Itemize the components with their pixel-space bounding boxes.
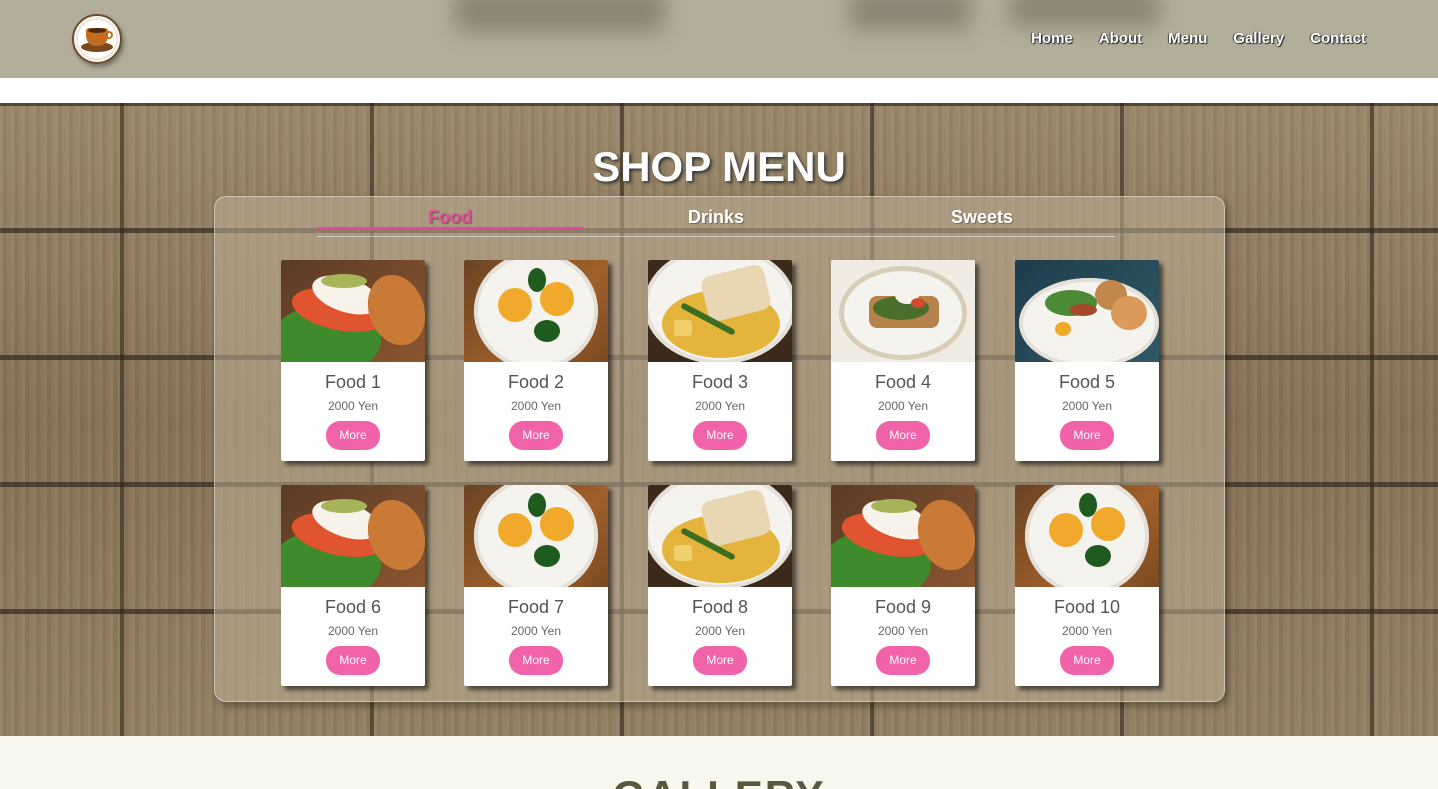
card-price: 2000 Yen [510, 399, 562, 413]
food-image [464, 260, 608, 362]
more-button[interactable]: More [509, 421, 563, 450]
blurred-background [1010, 0, 1160, 26]
menu-card: Food 7 2000 Yen More [464, 485, 608, 686]
menu-card: Food 3 2000 Yen More [648, 260, 792, 461]
menu-card: Food 4 2000 Yen More [831, 260, 975, 461]
card-title: Food 1 [324, 372, 382, 392]
more-button[interactable]: More [1060, 646, 1114, 675]
card-price: 2000 Yen [327, 624, 379, 638]
more-button[interactable]: More [876, 646, 930, 675]
card-price: 2000 Yen [510, 624, 562, 638]
card-title: Food 2 [507, 372, 565, 392]
card-price: 2000 Yen [694, 399, 746, 413]
card-title: Food 6 [324, 597, 382, 617]
food-image [464, 485, 608, 587]
menu-card: Food 2 2000 Yen More [464, 260, 608, 461]
nav-link-contact[interactable]: Contact [1310, 30, 1366, 47]
tab-label: Food [428, 207, 472, 227]
more-button[interactable]: More [509, 646, 563, 675]
blurred-background [850, 0, 970, 30]
card-price: 2000 Yen [327, 399, 379, 413]
menu-card: Food 1 2000 Yen More [281, 260, 425, 461]
menu-card: Food 6 2000 Yen More [281, 485, 425, 686]
more-button[interactable]: More [693, 646, 747, 675]
nav-link-gallery[interactable]: Gallery [1233, 30, 1284, 47]
nav-link-home[interactable]: Home [1031, 30, 1073, 47]
menu-tabs: Food Drinks Sweets [317, 205, 1115, 237]
more-button[interactable]: More [326, 646, 380, 675]
card-title: Food 10 [1053, 597, 1121, 617]
tab-drinks[interactable]: Drinks [583, 207, 849, 228]
tab-label: Drinks [687, 207, 745, 227]
menu-panel: Food Drinks Sweets Food 1 2000 Yen More … [214, 196, 1225, 702]
menu-card: Food 10 2000 Yen More [1015, 485, 1159, 686]
food-image [281, 260, 425, 362]
blurred-background [455, 0, 665, 32]
menu-title: SHOP MENU [592, 143, 846, 190]
menu-card: Food 5 2000 Yen More [1015, 260, 1159, 461]
card-price: 2000 Yen [1061, 624, 1113, 638]
food-image [648, 485, 792, 587]
more-button[interactable]: More [1060, 421, 1114, 450]
card-title: Food 8 [691, 597, 749, 617]
card-title: Food 4 [874, 372, 932, 392]
active-tab-indicator [317, 227, 583, 230]
divider-strip [0, 78, 1438, 103]
more-button[interactable]: More [326, 421, 380, 450]
card-price: 2000 Yen [694, 624, 746, 638]
food-image [281, 485, 425, 587]
gallery-title: GALLERY [0, 772, 1438, 789]
card-title: Food 5 [1058, 372, 1116, 392]
food-image [1015, 485, 1159, 587]
menu-card: Food 9 2000 Yen More [831, 485, 975, 686]
food-image [831, 260, 975, 362]
card-price: 2000 Yen [877, 624, 929, 638]
card-price: 2000 Yen [877, 399, 929, 413]
card-title: Food 7 [507, 597, 565, 617]
tab-food[interactable]: Food [317, 207, 583, 230]
nav-link-about[interactable]: About [1099, 30, 1142, 47]
tab-label: Sweets [950, 207, 1014, 227]
card-title: Food 9 [874, 597, 932, 617]
navbar: Home About Menu Gallery Contact [0, 0, 1438, 78]
nav-link-menu[interactable]: Menu [1168, 30, 1207, 47]
more-button[interactable]: More [693, 421, 747, 450]
food-image [831, 485, 975, 587]
more-button[interactable]: More [876, 421, 930, 450]
food-image [648, 260, 792, 362]
menu-section: SHOP MENU Food Drinks Sweets Food 1 2000… [0, 103, 1438, 736]
menu-card: Food 8 2000 Yen More [648, 485, 792, 686]
card-price: 2000 Yen [1061, 399, 1113, 413]
nav-links: Home About Menu Gallery Contact [1031, 30, 1366, 47]
food-image [1015, 260, 1159, 362]
coffee-cup-icon[interactable] [72, 14, 122, 64]
card-title: Food 3 [691, 372, 749, 392]
tab-sweets[interactable]: Sweets [849, 207, 1115, 228]
